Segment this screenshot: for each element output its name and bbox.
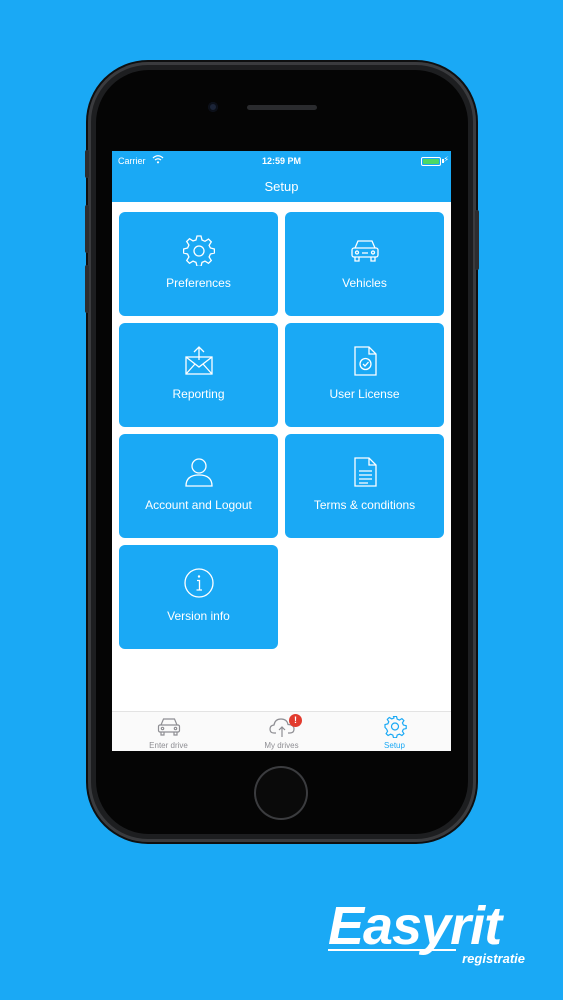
tile-terms-and-conditions[interactable]: Terms & conditions <box>285 434 444 538</box>
brand-subtitle: registratie <box>462 951 525 966</box>
car-icon <box>351 240 379 262</box>
tile-user-license[interactable]: User License <box>285 323 444 427</box>
power-button <box>475 210 479 270</box>
tile-preferences[interactable]: Preferences <box>119 212 278 316</box>
tile-label: Terms & conditions <box>313 498 416 512</box>
tab-bar: Enter drive ! My drives Setup <box>112 711 451 751</box>
tile-label: Account and Logout <box>145 498 252 512</box>
tile-label: Reporting <box>172 387 225 401</box>
brand-logo: Easyrit registratie <box>328 896 533 976</box>
tab-enter-drive[interactable]: Enter drive <box>112 712 225 751</box>
mute-switch <box>85 150 89 178</box>
tab-my-drives[interactable]: ! My drives <box>225 712 338 751</box>
tile-label: Preferences <box>166 276 231 290</box>
nav-header: Carrier 12:59 PM ⚡ Setup <box>112 151 451 202</box>
notification-badge: ! <box>289 714 302 727</box>
tab-label: Enter drive <box>149 741 188 750</box>
tab-label: Setup <box>384 741 405 750</box>
home-button[interactable] <box>256 768 306 818</box>
tile-label: Version info <box>167 609 230 623</box>
brand-name: Easyrit <box>328 896 502 956</box>
volume-up-button <box>85 205 89 253</box>
tile-label: User License <box>329 387 400 401</box>
page-title: Setup <box>264 179 299 194</box>
battery-icon <box>421 157 441 166</box>
envelope-upload-icon <box>185 346 213 375</box>
status-bar: Carrier 12:59 PM ⚡ <box>112 151 451 171</box>
brand-underline <box>328 949 456 951</box>
tile-account-and-logout[interactable]: Account and Logout <box>119 434 278 538</box>
charging-icon: ⚡ <box>443 155 449 164</box>
earpiece-speaker <box>247 105 317 110</box>
tab-label: My drives <box>264 741 299 750</box>
tile-label: Vehicles <box>342 276 387 290</box>
user-icon <box>185 458 213 487</box>
gear-icon <box>384 716 407 738</box>
document-lines-icon <box>354 457 377 487</box>
car-icon <box>157 718 181 736</box>
tile-reporting[interactable]: Reporting <box>119 323 278 427</box>
document-check-icon <box>354 346 377 376</box>
app-screen: Carrier 12:59 PM ⚡ Setup Preferences Veh… <box>112 151 451 751</box>
tile-vehicles[interactable]: Vehicles <box>285 212 444 316</box>
tile-version-info[interactable]: Version info <box>119 545 278 649</box>
info-icon <box>184 568 214 598</box>
volume-down-button <box>85 265 89 313</box>
tab-setup[interactable]: Setup <box>338 712 451 751</box>
gear-icon <box>183 235 215 266</box>
front-camera <box>208 102 218 112</box>
status-time: 12:59 PM <box>261 156 302 166</box>
